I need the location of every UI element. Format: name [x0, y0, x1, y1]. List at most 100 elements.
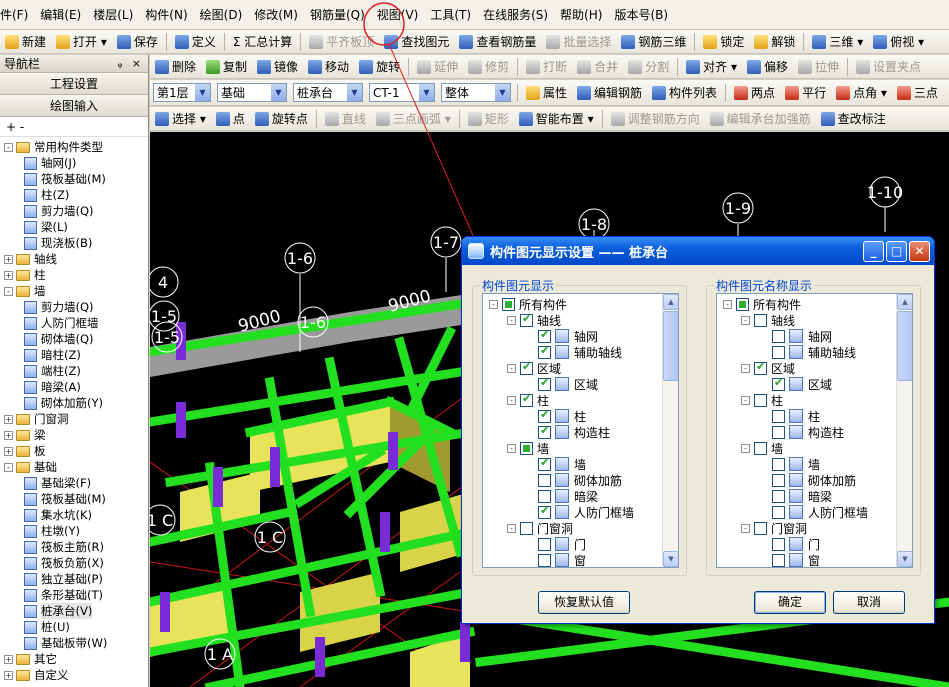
checkbox[interactable] — [772, 329, 785, 343]
restore-defaults-button[interactable]: 恢复默认值 — [538, 591, 630, 614]
toolbar-button-钢筋三维[interactable]: 钢筋三维 — [616, 31, 691, 53]
tree-item[interactable]: 基础板带(W) — [0, 635, 148, 651]
collapse-icon[interactable]: - — [507, 395, 516, 405]
checkbox[interactable] — [772, 489, 785, 503]
toolbar-button-属性[interactable]: 属性 — [521, 82, 572, 104]
checkbox[interactable] — [538, 504, 551, 519]
expand-icon[interactable]: + — [4, 270, 13, 280]
list-item[interactable]: - 门窗洞 — [717, 520, 897, 536]
toolbar-button-打开[interactable]: 打开 ▾ — [51, 31, 112, 53]
checkbox[interactable] — [538, 328, 551, 343]
list-item[interactable]: -墙 — [483, 440, 663, 456]
tree-folder[interactable]: + 自定义 — [0, 667, 148, 683]
list-item[interactable]: 墙 — [483, 456, 663, 472]
list-item[interactable]: 轴网 — [717, 328, 897, 344]
toolbar-button-修剪[interactable]: 修剪 — [463, 56, 514, 78]
toolbar-button-对齐[interactable]: 对齐 ▾ — [681, 56, 742, 78]
list-item[interactable]: 柱 — [483, 408, 663, 424]
tree-folder[interactable]: + 梁 — [0, 427, 148, 443]
checkbox[interactable] — [520, 441, 533, 455]
toolbar-button-矩形[interactable]: 矩形 — [463, 108, 514, 130]
list-item[interactable]: 砌体加筋 — [483, 472, 663, 488]
scrollbar[interactable]: ▲ ▼ — [896, 294, 912, 567]
checkbox[interactable] — [736, 297, 749, 311]
floor-select[interactable]: 第1层 ▼ — [153, 83, 211, 102]
tree-item[interactable]: 暗梁(A) — [0, 379, 148, 395]
list-item[interactable]: 窗 — [483, 552, 663, 567]
toolbar-button-解锁[interactable]: 解锁 — [749, 31, 800, 53]
checkbox[interactable] — [754, 313, 767, 327]
checkbox[interactable] — [538, 424, 551, 439]
cancel-button[interactable]: 取消 — [833, 591, 905, 614]
toolbar-button-智能布置[interactable]: 智能布置 ▾ — [514, 108, 599, 130]
pin-close-icon[interactable]: ᵩ × — [118, 57, 144, 70]
list-item[interactable]: - 门窗洞 — [483, 520, 663, 536]
collapse-icon[interactable]: - — [4, 462, 13, 472]
tree-item[interactable]: 暗柱(Z) — [0, 347, 148, 363]
element-display-list[interactable]: -所有构件-轴线轴网辅助轴线-区域区域-柱柱构造柱-墙墙砌体加筋暗梁人防门框墙-… — [482, 293, 679, 568]
toolbar-button-合并[interactable]: 合并 — [572, 56, 623, 78]
collapse-icon[interactable]: - — [723, 299, 732, 309]
tree-item[interactable]: 筏板负筋(X) — [0, 555, 148, 571]
toolbar-button-平齐板顶[interactable]: 平齐板顶 — [304, 31, 379, 53]
list-item[interactable]: 窗 — [717, 552, 897, 567]
list-item[interactable]: -柱 — [483, 392, 663, 408]
toolbar-button-三点画弧[interactable]: 三点画弧 ▾ — [371, 108, 456, 130]
drawing-input-button[interactable]: 绘图输入 — [0, 95, 148, 117]
checkbox[interactable] — [772, 505, 785, 519]
list-item[interactable]: - 区域 — [483, 360, 663, 376]
scrollbar[interactable]: ▲ ▼ — [662, 294, 678, 567]
list-item[interactable]: 暗梁 — [717, 488, 897, 504]
toolbar-button-偏移[interactable]: 偏移 — [742, 56, 793, 78]
toolbar-button-打断[interactable]: 打断 — [521, 56, 572, 78]
list-item[interactable]: 轴网 — [483, 328, 663, 344]
tree-item[interactable]: 现浇板(B) — [0, 235, 148, 251]
close-icon[interactable]: ✕ — [909, 241, 930, 262]
toolbar-button-构件列表[interactable]: 构件列表 — [647, 82, 722, 104]
toolbar-button-批量选择[interactable]: 批量选择 — [541, 31, 616, 53]
checkbox[interactable] — [538, 537, 551, 551]
list-item[interactable]: 暗梁 — [483, 488, 663, 504]
scroll-up-icon[interactable]: ▲ — [897, 294, 912, 310]
toolbar-button-新建[interactable]: 新建 — [0, 31, 51, 53]
menu-item-0[interactable]: 件(F) — [0, 0, 34, 30]
checkbox[interactable] — [538, 344, 551, 359]
toolbar-button-三点[interactable]: 三点 — [892, 82, 943, 104]
expand-icon[interactable]: + — [4, 414, 13, 424]
checkbox[interactable] — [772, 409, 785, 423]
checkbox[interactable] — [772, 345, 785, 359]
toolbar-button-保存[interactable]: 保存 — [112, 31, 163, 53]
menu-item-1[interactable]: 编辑(E) — [34, 0, 87, 30]
tree-folder[interactable]: - 常用构件类型 — [0, 139, 148, 155]
collapse-icon[interactable]: - — [507, 443, 516, 453]
checkbox[interactable] — [772, 553, 785, 567]
tree-folder[interactable]: -墙 — [0, 283, 148, 299]
toolbar-button-点[interactable]: 点 — [211, 108, 250, 130]
toolbar-button-编辑钢筋[interactable]: 编辑钢筋 — [572, 82, 647, 104]
list-item[interactable]: 门 — [717, 536, 897, 552]
scroll-up-icon[interactable]: ▲ — [663, 294, 678, 310]
scroll-down-icon[interactable]: ▼ — [897, 551, 912, 567]
collapse-icon[interactable]: - — [741, 443, 750, 453]
toolbar-button-Σ-汇总计算[interactable]: Σ 汇总计算 — [228, 31, 297, 53]
list-item[interactable]: 人防门框墙 — [483, 504, 663, 520]
checkbox[interactable] — [538, 473, 551, 487]
tree-item[interactable]: 柱(Z) — [0, 187, 148, 203]
toolbar-button-复制[interactable]: 复制 — [201, 56, 252, 78]
menu-item-9[interactable]: 在线服务(S) — [477, 0, 554, 30]
checkbox[interactable] — [538, 408, 551, 423]
tree-item[interactable]: 条形基础(T) — [0, 587, 148, 603]
menu-item-2[interactable]: 楼层(L) — [87, 0, 139, 30]
list-item[interactable]: 柱 — [717, 408, 897, 424]
toolbar-button-镜像[interactable]: 镜像 — [252, 56, 303, 78]
expand-icon[interactable]: + — [4, 670, 13, 680]
toolbar-button-调整钢筋方向[interactable]: 调整钢筋方向 — [606, 108, 705, 130]
toolbar-button-三维[interactable]: 三维 ▾ — [807, 31, 868, 53]
list-item[interactable]: 辅助轴线 — [483, 344, 663, 360]
list-item[interactable]: - 所有构件 — [483, 296, 663, 312]
toolbar-button-设置夹点[interactable]: 设置夹点 — [851, 56, 926, 78]
collapse-icon[interactable]: - — [489, 299, 498, 309]
checkbox[interactable] — [520, 360, 533, 375]
list-item[interactable]: 门 — [483, 536, 663, 552]
checkbox[interactable] — [520, 312, 533, 327]
